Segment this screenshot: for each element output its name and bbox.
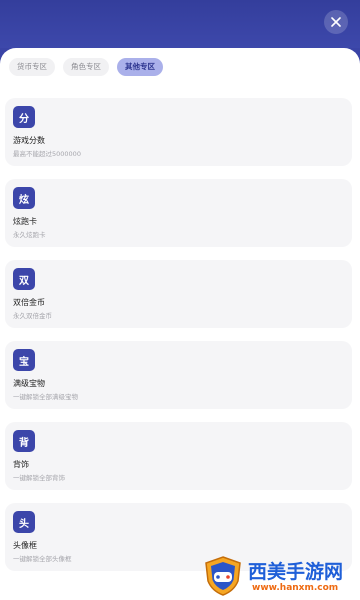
- item-card-game-score[interactable]: 分 游戏分数 最高不能超过5000000: [5, 98, 352, 166]
- item-description: 一键解锁全部背饰: [13, 474, 65, 482]
- item-description: 最高不能超过5000000: [13, 150, 81, 158]
- item-list: 分 游戏分数 最高不能超过5000000 炫 炫跑卡 永久炫跑卡 双 双倍金币 …: [5, 98, 352, 584]
- category-tabs: 货币专区 角色专区 其他专区: [9, 58, 163, 76]
- item-title: 背饰: [13, 460, 29, 469]
- item-title: 炫跑卡: [13, 217, 37, 226]
- item-card-run-card[interactable]: 炫 炫跑卡 永久炫跑卡: [5, 179, 352, 247]
- back-accessory-icon: 背: [13, 430, 35, 452]
- item-description: 永久双倍金币: [13, 312, 52, 320]
- shield-logo-icon: [205, 556, 241, 596]
- treasure-icon: 宝: [13, 349, 35, 371]
- item-card-double-coins[interactable]: 双 双倍金币 永久双倍金币: [5, 260, 352, 328]
- run-card-icon: 炫: [13, 187, 35, 209]
- watermark-brand: 西美手游网: [248, 561, 344, 583]
- item-card-max-treasure[interactable]: 宝 满级宝物 一键解锁全部满级宝物: [5, 341, 352, 409]
- close-button[interactable]: [324, 10, 348, 34]
- score-icon: 分: [13, 106, 35, 128]
- item-description: 永久炫跑卡: [13, 231, 46, 239]
- header-bar: [0, 0, 360, 48]
- watermark-url: www.hanxm.com: [252, 583, 339, 593]
- bottom-sheet: 货币专区 角色专区 其他专区 分 游戏分数 最高不能超过5000000 炫 炫跑…: [0, 48, 360, 600]
- item-card-back-accessory[interactable]: 背 背饰 一键解锁全部背饰: [5, 422, 352, 490]
- tab-other[interactable]: 其他专区: [117, 58, 163, 76]
- double-coins-icon: 双: [13, 268, 35, 290]
- tab-currency[interactable]: 货币专区: [9, 58, 55, 76]
- item-title: 游戏分数: [13, 136, 45, 145]
- avatar-frame-icon: 头: [13, 511, 35, 533]
- close-icon: [331, 17, 341, 27]
- item-title: 满级宝物: [13, 379, 45, 388]
- tab-character[interactable]: 角色专区: [63, 58, 109, 76]
- item-title: 头像框: [13, 541, 37, 550]
- item-description: 一键解锁全部满级宝物: [13, 393, 78, 401]
- site-watermark: 西美手游网 www.hanxm.com: [200, 553, 360, 600]
- item-description: 一键解锁全部头像框: [13, 555, 72, 563]
- item-title: 双倍金币: [13, 298, 45, 307]
